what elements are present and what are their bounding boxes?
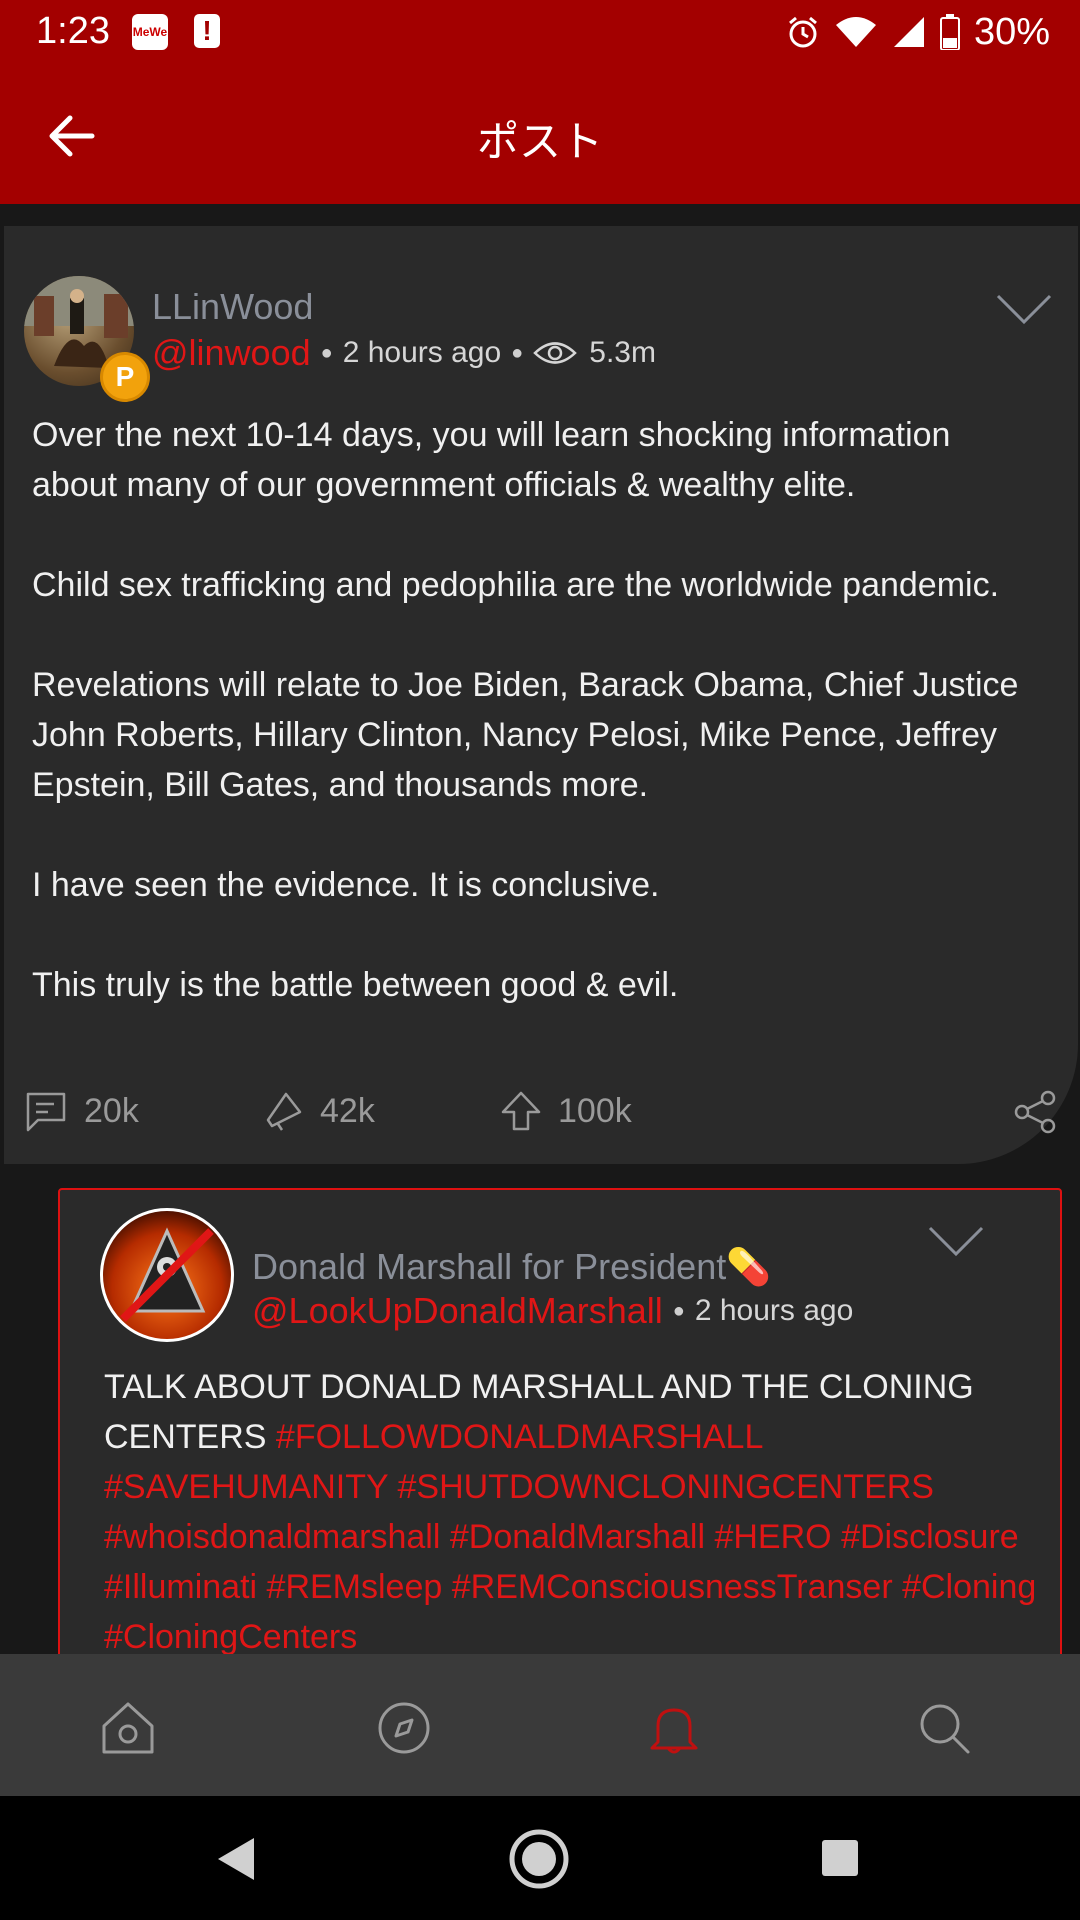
- battery-icon: [939, 14, 960, 50]
- comment-button[interactable]: 20k: [24, 1090, 139, 1132]
- hashtag[interactable]: #HERO: [714, 1518, 831, 1556]
- hashtag[interactable]: #REMConsciousnessTranser: [452, 1568, 893, 1606]
- dot-separator: ●: [320, 341, 333, 364]
- upvote-icon: [501, 1091, 541, 1131]
- app-bar: ポスト: [0, 64, 1080, 204]
- post-time: 2 hours ago: [694, 1294, 854, 1327]
- chevron-down-icon[interactable]: [928, 1224, 984, 1258]
- alarm-icon: [788, 16, 817, 48]
- eye-icon: [533, 342, 578, 364]
- avatar[interactable]: [100, 1208, 234, 1342]
- alert-notification-icon: !: [194, 14, 220, 48]
- echo-count: 42k: [320, 1091, 375, 1130]
- upvote-button[interactable]: 100k: [500, 1090, 632, 1132]
- reply-body: TALK ABOUT DONALD MARSHALL AND THE CLONI…: [104, 1362, 1044, 1662]
- hashtag[interactable]: #SHUTDOWNCLONINGCENTERS: [398, 1468, 934, 1506]
- author-handle[interactable]: @LookUpDonaldMarshall: [252, 1290, 663, 1332]
- post-card: P LLinWood @linwood ● 2 hours ago ● 5.3m…: [4, 226, 1078, 1164]
- post-paragraph: Revelations will relate to Joe Biden, Ba…: [32, 666, 1019, 804]
- hashtag[interactable]: #Cloning: [902, 1568, 1036, 1606]
- hashtag[interactable]: #DonaldMarshall: [450, 1518, 705, 1556]
- post-meta: @linwood ● 2 hours ago ● 5.3m: [152, 332, 656, 374]
- reply-card[interactable]: Donald Marshall for President💊 @LookUpDo…: [58, 1188, 1062, 1672]
- home-circle-icon[interactable]: [508, 1828, 570, 1890]
- hashtag[interactable]: #CloningCenters: [104, 1618, 357, 1656]
- verified-badge-icon: P: [100, 352, 150, 402]
- hashtag[interactable]: #Illuminati: [104, 1568, 257, 1606]
- megaphone-icon: [266, 1092, 302, 1131]
- post-paragraph: This truly is the battle between good & …: [32, 966, 679, 1004]
- view-count: 5.3m: [589, 336, 656, 369]
- post-time: 2 hours ago: [342, 336, 502, 369]
- author-name[interactable]: Donald Marshall for President💊: [252, 1246, 771, 1288]
- wifi-icon: [835, 17, 876, 47]
- status-bar: 1:23 MeWe ! 30%: [0, 0, 1080, 64]
- hashtag[interactable]: #whoisdonaldmarshall: [104, 1518, 440, 1556]
- post-body: Over the next 10-14 days, you will learn…: [32, 410, 1042, 1060]
- post-actions: 20k 42k 100k: [4, 1078, 1078, 1148]
- author-name[interactable]: LLinWood: [152, 286, 313, 328]
- bottom-nav: [0, 1654, 1080, 1796]
- signal-icon: [893, 17, 924, 47]
- avatar-image: [120, 1227, 214, 1322]
- back-triangle-icon[interactable]: [214, 1836, 258, 1882]
- chevron-down-icon[interactable]: [996, 292, 1052, 326]
- mewe-notification-icon: MeWe: [132, 14, 168, 50]
- upvote-count: 100k: [558, 1091, 632, 1130]
- home-icon[interactable]: [98, 1698, 158, 1758]
- dot-separator: ●: [672, 1299, 685, 1322]
- mewe-label: MeWe: [132, 25, 168, 39]
- share-button[interactable]: [1014, 1090, 1058, 1134]
- hashtag[interactable]: #Disclosure: [841, 1518, 1019, 1556]
- post-paragraph: I have seen the evidence. It is conclusi…: [32, 866, 660, 904]
- post-meta: @LookUpDonaldMarshall ● 2 hours ago: [252, 1290, 853, 1332]
- hashtag[interactable]: #SAVEHUMANITY: [104, 1468, 388, 1506]
- dot-separator: ●: [511, 341, 524, 364]
- post-paragraph: Over the next 10-14 days, you will learn…: [32, 416, 951, 504]
- author-handle[interactable]: @linwood: [152, 332, 311, 374]
- compass-icon[interactable]: [374, 1698, 434, 1758]
- echo-button[interactable]: 42k: [262, 1090, 375, 1132]
- recents-square-icon[interactable]: [820, 1838, 860, 1878]
- share-icon: [1014, 1090, 1056, 1134]
- search-icon[interactable]: [914, 1698, 974, 1758]
- post-paragraph: Child sex trafficking and pedophilia are…: [32, 566, 1000, 604]
- hashtag[interactable]: #FOLLOWDONALDMARSHALL: [276, 1418, 762, 1456]
- status-icons: 30%: [786, 10, 1050, 54]
- battery-percent: 30%: [973, 10, 1050, 53]
- comment-count: 20k: [84, 1091, 139, 1130]
- bell-icon[interactable]: [644, 1698, 704, 1758]
- comment-icon: [26, 1092, 66, 1132]
- hashtag[interactable]: #REMsleep: [267, 1568, 443, 1606]
- page-title: ポスト: [476, 118, 603, 165]
- status-time: 1:23: [36, 10, 110, 52]
- system-nav: [0, 1796, 1080, 1920]
